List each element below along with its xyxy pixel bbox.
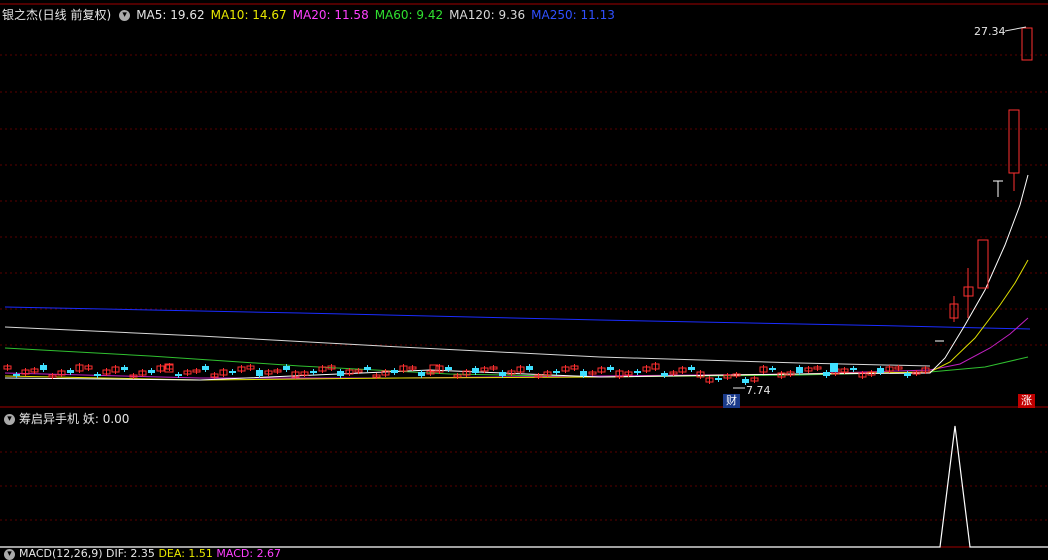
stock-title: 银之杰(日线 前复权) bbox=[2, 8, 112, 22]
chevron-down-icon[interactable]: ▾ bbox=[4, 414, 15, 425]
candle bbox=[1008, 109, 1020, 174]
low-price-label: 7.74 bbox=[746, 384, 771, 397]
limit-up-badge[interactable]: 涨 bbox=[1018, 394, 1035, 408]
macd-value: MACD: 2.67 bbox=[216, 547, 282, 560]
high-price-label: 27.34 bbox=[974, 25, 1006, 38]
sub-legend: ▾ 筹启异手机 妖: 0.00 bbox=[2, 410, 129, 427]
ma5-label: MA5: 19.62 bbox=[136, 8, 205, 22]
ma10-line bbox=[4, 259, 1029, 381]
sub-title: 筹启异手机 bbox=[19, 412, 80, 426]
candle bbox=[977, 239, 989, 289]
high-arrow bbox=[1004, 26, 1027, 32]
ma120-label: MA120: 9.36 bbox=[449, 8, 526, 22]
ma250-line bbox=[4, 306, 1031, 330]
chevron-down-icon[interactable]: ▾ bbox=[119, 10, 131, 21]
ma20-label: MA20: 11.58 bbox=[292, 8, 369, 22]
main-legend: 银之杰(日线 前复权) ▾ MA5: 19.62 MA10: 14.67 MA20: 1… bbox=[2, 6, 621, 24]
ma10-label: MA10: 14.67 bbox=[210, 8, 287, 22]
finance-badge[interactable]: 财 bbox=[723, 394, 740, 408]
ma120-line bbox=[4, 326, 931, 367]
ma60-label: MA60: 9.42 bbox=[374, 8, 444, 22]
dea-value: DEA: 1.51 bbox=[158, 547, 213, 560]
yao-value: 妖: 0.00 bbox=[82, 412, 130, 426]
ma5-line bbox=[4, 174, 1029, 381]
macd-title: MACD(12,26,9) bbox=[19, 547, 103, 560]
macd-legend: ▾ MACD(12,26,9) DIF: 2.35 DEA: 1.51 MACD:… bbox=[2, 547, 281, 560]
chevron-down-icon[interactable]: ▾ bbox=[4, 548, 15, 560]
kline-chart[interactable] bbox=[0, 0, 1048, 555]
candle bbox=[830, 363, 838, 372]
dif-value: DIF: 2.35 bbox=[106, 547, 155, 560]
ma250-label: MA250: 11.13 bbox=[531, 8, 615, 22]
